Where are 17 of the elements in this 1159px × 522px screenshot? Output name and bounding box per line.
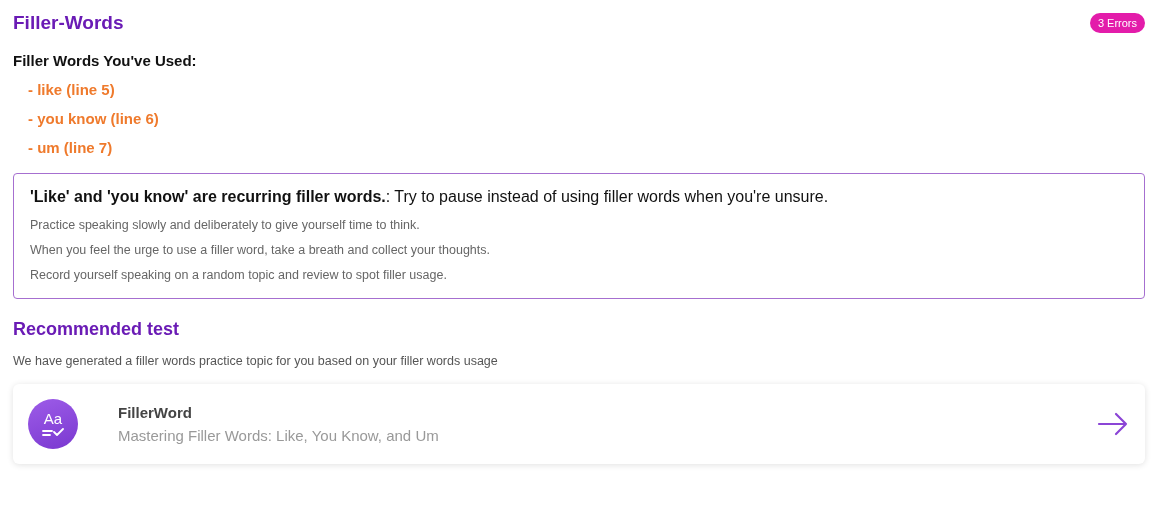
tip-text: When you feel the urge to use a filler word, take a breath and collect your thoughts. — [30, 243, 490, 257]
test-subtitle: Mastering Filler Words: Like, You Know, and Um — [118, 427, 439, 444]
arrow-right-icon[interactable] — [1097, 412, 1129, 436]
page-title: Filler-Words — [13, 12, 124, 34]
test-title: FillerWord — [118, 404, 192, 421]
filler-word-item: - like (line 5) — [28, 81, 115, 98]
advice-text: 'Like' and 'you know' are recurring filler words.: Try to pause instead of using filler words when you're unsure. — [30, 188, 829, 206]
error-count-badge: 3 Errors — [1089, 13, 1145, 33]
text-check-icon: Aa — [28, 399, 78, 449]
tip-text: Practice speaking slowly and deliberately to give yourself time to think. — [30, 218, 420, 232]
section-description: We have generated a filler words practice topic for you based on your filler words usage — [13, 354, 499, 368]
tip-text: Record yourself speaking on a random topic and review to spot filler usage. — [30, 268, 447, 282]
section-heading: Filler Words You've Used: — [13, 52, 197, 69]
section-title: Recommended test — [13, 319, 181, 340]
filler-word-item: - um (line 7) — [28, 139, 113, 156]
test-card[interactable]: Aa FillerWord Mastering Filler Words: Like, You Know, and Um — [13, 384, 1145, 464]
filler-word-item: - you know (line 6) — [28, 110, 159, 127]
